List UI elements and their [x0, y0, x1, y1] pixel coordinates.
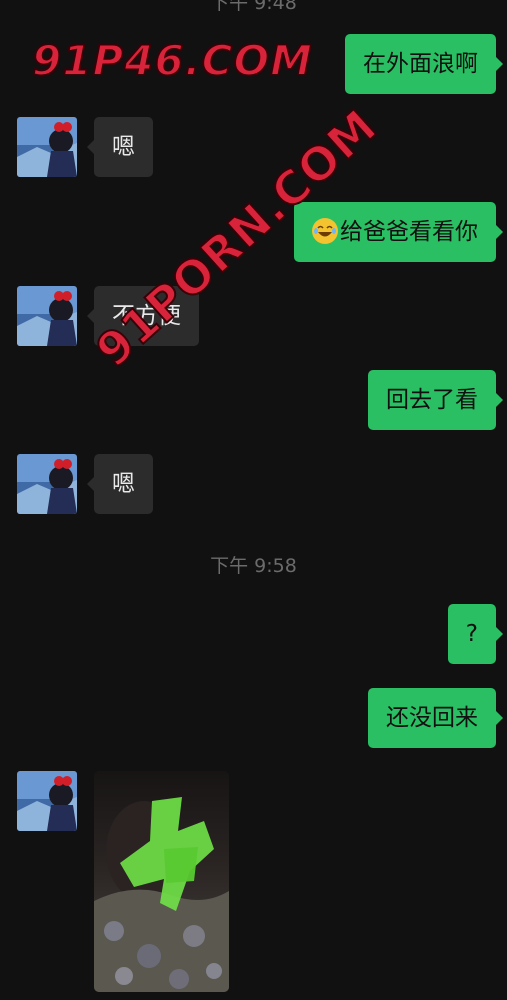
contact-avatar[interactable] [17, 454, 77, 514]
joy-emoji-icon [312, 218, 338, 244]
incoming-message[interactable]: 嗯 [87, 454, 153, 514]
timestamp-top: 下午 9:48 [210, 0, 297, 14]
contact-avatar[interactable] [17, 771, 77, 831]
incoming-image-message[interactable] [94, 771, 229, 992]
incoming-message[interactable]: 嗯 [87, 117, 153, 177]
contact-avatar[interactable] [17, 117, 77, 177]
outgoing-message[interactable]: 给爸爸看看你 [294, 202, 503, 262]
outgoing-message[interactable]: ? [447, 604, 504, 664]
contact-avatar[interactable] [17, 286, 77, 346]
chat-screen: 下午 9:48 在外面浪啊 嗯 给爸爸看看你 不方便 回去了看 嗯 下午 9:5… [0, 0, 507, 1000]
outgoing-message[interactable]: 回去了看 [368, 370, 503, 430]
outgoing-message[interactable]: 还没回来 [368, 688, 503, 748]
watermark-top: 91P46.COM [31, 35, 313, 86]
outgoing-message-text: 给爸爸看看你 [340, 219, 478, 245]
timestamp-mid: 下午 9:58 [210, 555, 297, 577]
